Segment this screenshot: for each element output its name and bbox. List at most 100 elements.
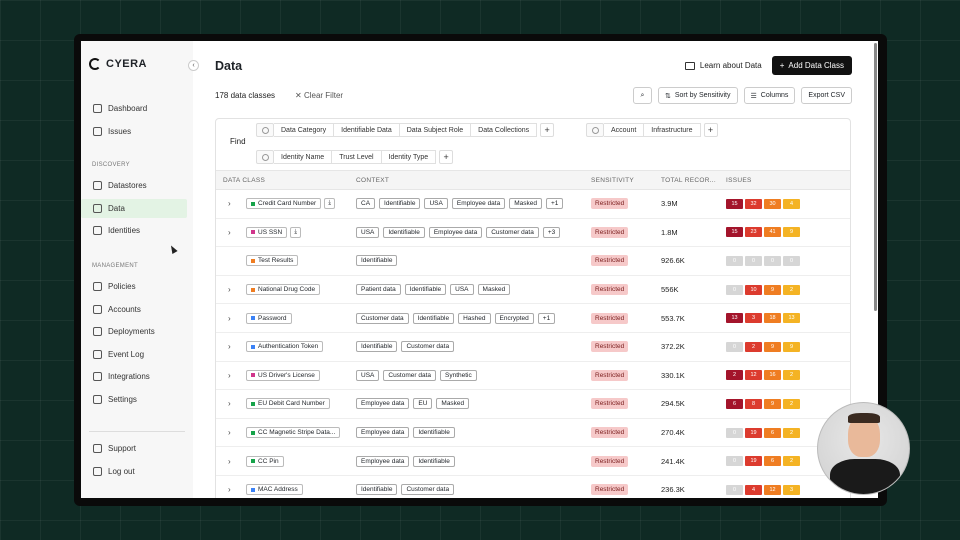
issue-count-badge[interactable]: 2 [745, 341, 762, 352]
context-tag[interactable]: EU [413, 398, 433, 410]
chevron-right-icon[interactable]: › [228, 371, 238, 380]
column-data-class[interactable]: DATA CLASS [216, 177, 356, 184]
export-csv-button[interactable]: Export CSV [801, 87, 852, 104]
context-tag[interactable]: Employee data [356, 455, 410, 467]
context-tag[interactable]: Identifiable [404, 284, 447, 296]
chevron-right-icon[interactable]: › [228, 428, 238, 437]
issue-count-badge[interactable]: 13 [783, 313, 800, 324]
context-tag[interactable]: Masked [436, 398, 470, 410]
context-tag[interactable]: Customer data [401, 484, 455, 496]
issue-count-badge[interactable]: 18 [764, 313, 781, 324]
context-tag[interactable]: Synthetic [440, 369, 477, 381]
table-row[interactable]: › US SSN ⤓ USA Identifiable Employee data Cust… [216, 219, 850, 248]
issue-count-badge[interactable]: 13 [726, 313, 743, 324]
sidebar-item-policies[interactable]: Policies [81, 277, 193, 296]
sidebar-item-datastores[interactable]: Datastores [81, 176, 193, 195]
context-tag[interactable]: Hashed [458, 312, 491, 324]
scrollbar[interactable] [874, 43, 877, 311]
data-class-chip[interactable]: CC Magnetic Stripe Data... [246, 427, 341, 439]
issue-count-badge[interactable]: 15 [726, 198, 743, 209]
context-tag[interactable]: Identifiable [356, 484, 398, 496]
data-class-chip[interactable]: Credit Card Number [246, 198, 322, 210]
chevron-right-icon[interactable]: › [228, 457, 238, 466]
issue-count-badge[interactable]: 2 [783, 398, 800, 409]
context-tag[interactable]: Employee data [451, 198, 506, 210]
issue-count-badge[interactable]: 32 [745, 198, 762, 209]
context-tag[interactable]: USA [450, 284, 474, 296]
table-row[interactable]: Test Results Identifiable Restricted 926.6K… [216, 247, 850, 276]
issue-count-badge[interactable]: 6 [764, 456, 781, 467]
issue-count-badge[interactable]: 10 [745, 284, 762, 295]
issue-count-badge[interactable]: 23 [745, 227, 762, 238]
data-class-chip[interactable]: EU Debit Card Number [246, 398, 330, 410]
issue-count-badge[interactable]: 9 [783, 227, 800, 238]
context-tag[interactable]: +1 [537, 312, 556, 324]
table-row[interactable]: › CC Pin Employee data Identifiable Restrict… [216, 447, 850, 476]
issue-count-badge[interactable]: 9 [764, 398, 781, 409]
table-row[interactable]: › MAC Address Identifiable Customer data Res… [216, 476, 850, 498]
context-tag[interactable]: CA [356, 198, 376, 210]
issue-count-badge[interactable]: 0 [726, 456, 743, 467]
table-row[interactable]: › National Drug Code Patient data Identifia… [216, 276, 850, 305]
issue-count-badge[interactable]: 0 [764, 255, 781, 266]
sidebar-item-deployments[interactable]: Deployments [81, 322, 193, 341]
chevron-right-icon[interactable]: › [228, 342, 238, 351]
filter-identity-type[interactable]: Identity Type [381, 150, 437, 164]
context-tag[interactable]: Identifiable [379, 198, 421, 210]
issue-count-badge[interactable]: 16 [764, 370, 781, 381]
context-tag[interactable]: USA [356, 369, 380, 381]
sidebar-item-log-out[interactable]: Log out [81, 462, 193, 481]
chevron-right-icon[interactable]: › [228, 199, 238, 208]
context-tag[interactable]: Identifiable [413, 427, 455, 439]
context-tag[interactable]: Customer data [356, 312, 409, 324]
filter-infrastructure[interactable]: Infrastructure [644, 123, 701, 137]
data-class-chip[interactable]: US SSN [246, 226, 288, 238]
context-tag[interactable]: Identifiable [356, 341, 398, 353]
column-sensitivity[interactable]: SENSITIVITY [591, 177, 661, 184]
issue-count-badge[interactable]: 8 [745, 398, 762, 409]
data-class-chip[interactable]: CC Pin [246, 455, 284, 467]
issue-count-badge[interactable]: 0 [726, 427, 743, 438]
issue-count-badge[interactable]: 2 [783, 370, 800, 381]
sidebar-item-settings[interactable]: Settings [81, 390, 193, 409]
issue-count-badge[interactable]: 0 [726, 284, 743, 295]
issue-count-badge[interactable]: 15 [726, 227, 743, 238]
sidebar-item-identities[interactable]: Identities [81, 221, 193, 240]
chevron-right-icon[interactable]: › [228, 399, 238, 408]
column-context[interactable]: CONTEXT [356, 177, 591, 184]
column-issues[interactable]: ISSUES [726, 177, 826, 184]
sidebar-item-accounts[interactable]: Accounts [81, 300, 193, 319]
issue-count-badge[interactable]: 12 [764, 484, 781, 495]
chevron-right-icon[interactable]: › [228, 285, 238, 294]
context-tag[interactable]: Employee data [356, 398, 410, 410]
issue-count-badge[interactable]: 6 [764, 427, 781, 438]
filter-data-category[interactable]: Data Category [274, 123, 335, 137]
filter-account[interactable]: Account [604, 123, 645, 137]
context-tag[interactable]: USA [356, 226, 380, 238]
chevron-right-icon[interactable]: › [228, 228, 238, 237]
issue-count-badge[interactable]: 9 [764, 341, 781, 352]
add-data-class-button[interactable]: + Add Data Class [771, 56, 852, 75]
context-tag[interactable]: Patient data [356, 284, 401, 296]
context-tag[interactable]: Employee data [428, 226, 483, 238]
issue-count-badge[interactable]: 3 [783, 484, 800, 495]
table-row[interactable]: › Credit Card Number ⤓ CA Identifiable USA Emp… [216, 190, 850, 219]
sort-button[interactable]: ⇅ Sort by Sensitivity [658, 87, 738, 104]
context-tag[interactable]: Identifiable [383, 226, 425, 238]
learn-about-data-link[interactable]: Learn about Data [684, 61, 762, 70]
table-row[interactable]: › US Driver's License USA Customer data Synt… [216, 362, 850, 391]
context-tag[interactable]: Masked [509, 198, 542, 210]
context-tag[interactable]: Customer data [383, 369, 437, 381]
data-class-chip[interactable]: National Drug Code [246, 284, 321, 296]
column-total-records[interactable]: TOTAL RECOR... [661, 177, 726, 184]
sidebar-item-data[interactable]: Data [81, 198, 187, 218]
data-class-chip[interactable]: Test Results [246, 255, 299, 267]
search-button[interactable]: ⌕ [633, 87, 652, 104]
issue-count-badge[interactable]: 2 [783, 284, 800, 295]
sidebar-item-support[interactable]: Support [81, 439, 193, 458]
issue-count-badge[interactable]: 2 [783, 456, 800, 467]
issue-count-badge[interactable]: 2 [783, 427, 800, 438]
issue-count-badge[interactable]: 0 [726, 255, 743, 266]
sidebar-item-dashboard[interactable]: Dashboard [81, 99, 193, 118]
context-tag[interactable]: Masked [477, 284, 511, 296]
